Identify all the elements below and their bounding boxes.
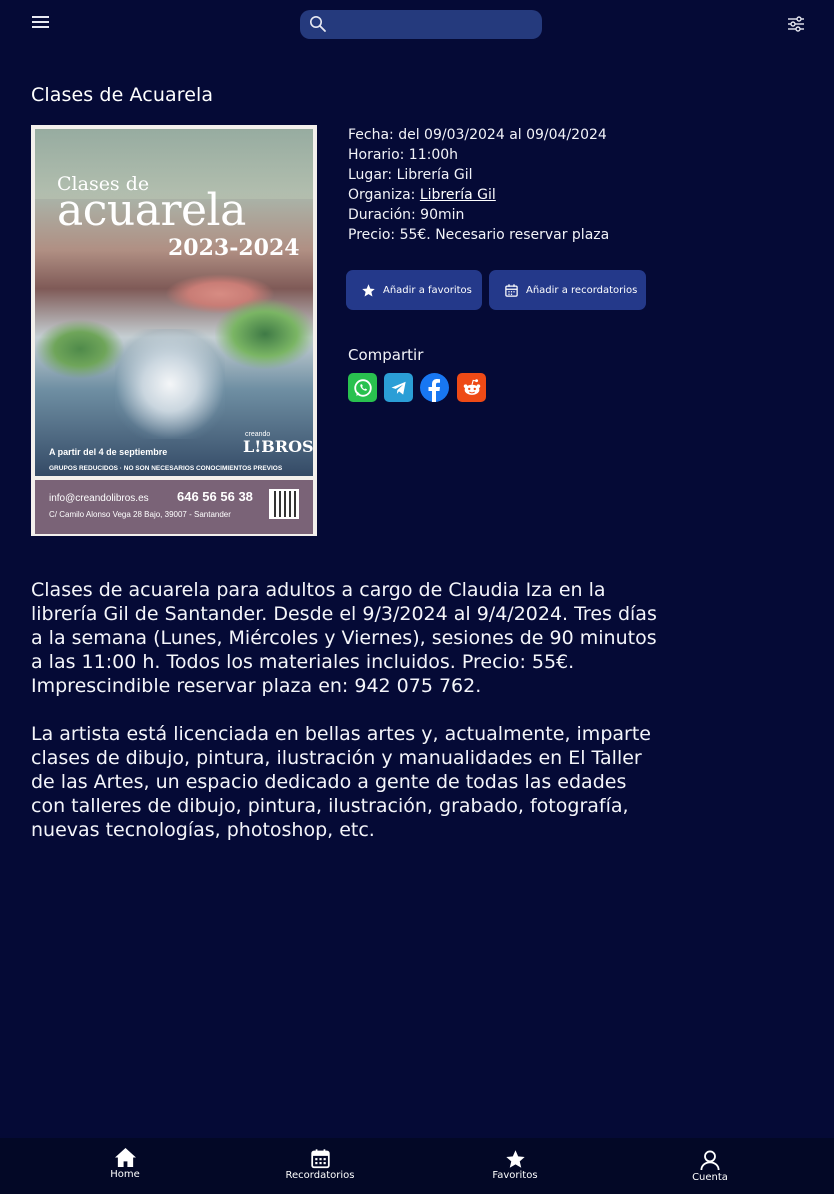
poster-start: A partir del 4 de septiembre (49, 447, 168, 457)
poster-address: C/ Camilo Alonso Vega 28 Bajo, 39007 - S… (49, 510, 231, 519)
detail-precio: Precio: 55€. Necesario reservar plaza (348, 227, 610, 243)
top-bar (0, 0, 834, 50)
nav-reminders[interactable]: Recordatorios (280, 1138, 360, 1194)
poster-email: info@creandolibros.es (49, 493, 149, 504)
event-description: Clases de acuarela para adultos a cargo … (31, 578, 661, 866)
favorites-button-label: Añadir a favoritos (383, 284, 472, 296)
star-icon (505, 1150, 525, 1168)
reminders-button-label: Añadir a recordatorios (526, 284, 638, 296)
page-title: Clases de Acuarela (31, 84, 214, 106)
star-icon (362, 283, 375, 296)
facebook-icon[interactable] (420, 373, 449, 402)
event-details: Fecha: del 09/03/2024 al 09/04/2024 Hora… (348, 125, 609, 245)
telegram-icon[interactable] (384, 373, 413, 402)
filter-icon[interactable] (786, 15, 806, 33)
qr-code-icon (269, 489, 299, 519)
poster-year: 2023-2024 (168, 235, 300, 261)
poster-groups: GRUPOS REDUCIDOS · NO SON NECESARIOS CON… (49, 465, 283, 472)
detail-organiza: Organiza: Librería Gil (348, 185, 609, 205)
nav-favorites[interactable]: Favoritos (485, 1138, 545, 1194)
search-input[interactable] (334, 12, 534, 37)
whatsapp-icon[interactable] (348, 373, 377, 402)
poster-line2: acuarela (57, 185, 246, 236)
detail-horario: Horario: 11:00h (348, 147, 459, 163)
detail-fecha: Fecha: del 09/03/2024 al 09/04/2024 (348, 127, 607, 143)
nav-reminders-label: Recordatorios (285, 1170, 355, 1181)
add-to-reminders-button[interactable]: Añadir a recordatorios (489, 270, 646, 310)
description-paragraph: La artista está licenciada en bellas art… (31, 723, 651, 841)
poster-artwork: Clases de acuarela 2023-2024 creando L!B… (35, 129, 313, 476)
nav-home[interactable]: Home (95, 1138, 155, 1194)
description-paragraph: Clases de acuarela para adultos a cargo … (31, 579, 657, 697)
nav-favorites-label: Favoritos (492, 1170, 538, 1181)
calendar-icon (310, 1149, 330, 1169)
share-title: Compartir (348, 346, 424, 364)
search-icon (310, 16, 326, 32)
event-poster-image: Clases de acuarela 2023-2024 creando L!B… (31, 125, 317, 536)
nav-account-label: Cuenta (692, 1172, 728, 1183)
user-icon (700, 1150, 720, 1171)
detail-duracion: Duración: 90min (348, 207, 465, 223)
home-icon (114, 1147, 136, 1168)
add-to-favorites-button[interactable]: Añadir a favoritos (346, 270, 482, 310)
organizer-link[interactable]: Librería Gil (420, 187, 496, 203)
detail-organiza-label: Organiza: (348, 187, 420, 203)
nav-account[interactable]: Cuenta (680, 1138, 740, 1194)
calendar-icon (505, 283, 518, 297)
poster-footer: info@creandolibros.es 646 56 56 38 C/ Ca… (35, 480, 313, 534)
poster-phone: 646 56 56 38 (177, 489, 253, 504)
nav-home-label: Home (110, 1169, 140, 1180)
bottom-navigation: Home Recordatorios Favoritos Cuenta (0, 1138, 834, 1194)
menu-icon[interactable] (32, 16, 52, 32)
reddit-icon[interactable] (457, 373, 486, 402)
detail-lugar: Lugar: Librería Gil (348, 167, 473, 183)
poster-brand: L!BROS (243, 437, 313, 456)
